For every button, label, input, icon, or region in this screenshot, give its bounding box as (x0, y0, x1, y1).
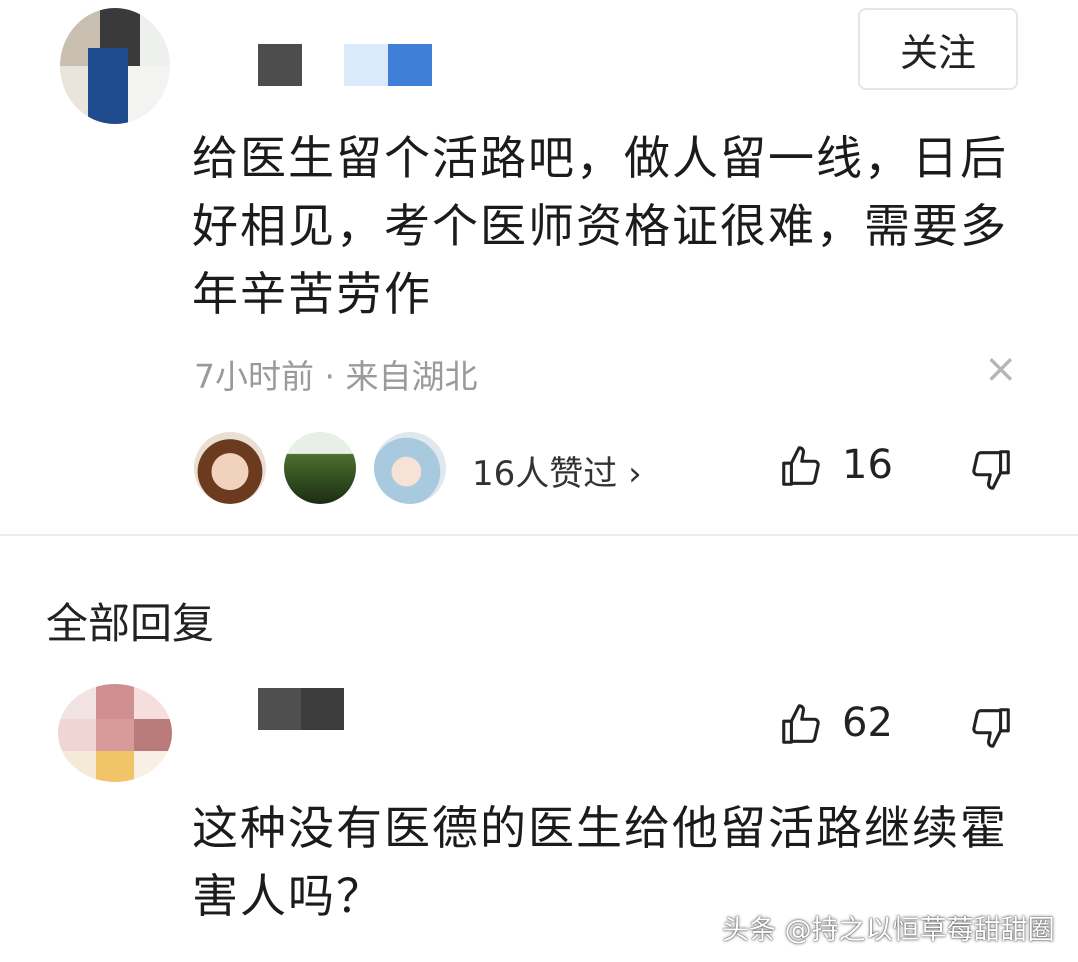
follow-button[interactable]: 关注 (858, 8, 1018, 90)
thumbs-up-icon[interactable] (778, 702, 824, 748)
divider (0, 534, 1078, 536)
thumbs-down-icon[interactable] (968, 704, 1014, 750)
close-icon[interactable]: × (984, 346, 1018, 392)
comment-meta: 7小时前 · 来自湖北 (194, 357, 478, 396)
like-count: 16 (842, 442, 893, 488)
user-avatar[interactable] (60, 8, 170, 124)
liker-avatar[interactable] (284, 432, 356, 504)
replies-section-title: 全部回复 (46, 599, 215, 648)
reply-like-count: 62 (842, 700, 893, 746)
reply-text-line: 这种没有医德的医生给他留活路继续霍 (192, 801, 1008, 855)
comment-text-line: 好相见，考个医师资格证很难，需要多 (192, 199, 1008, 253)
liker-avatar[interactable] (374, 432, 446, 504)
thumbs-up-icon[interactable] (778, 444, 824, 490)
reply-avatar[interactable] (58, 684, 172, 782)
reply-username-mosaic[interactable] (258, 688, 344, 730)
username-mosaic[interactable] (258, 44, 433, 86)
comment-text-line: 给医生留个活路吧，做人留一线，日后 (192, 131, 1008, 185)
liker-avatar[interactable] (194, 432, 266, 504)
comment-text: 给医生留个活路吧，做人留一线，日后 好相见，考个医师资格证很难，需要多 年辛苦劳… (192, 124, 1032, 328)
likers-link[interactable]: 16人赞过 › (472, 446, 642, 495)
watermark: 头条 @持之以恒草莓甜甜圈 (722, 915, 1055, 946)
thumbs-down-icon[interactable] (968, 446, 1014, 492)
comment-text-line: 年辛苦劳作 (192, 267, 432, 321)
